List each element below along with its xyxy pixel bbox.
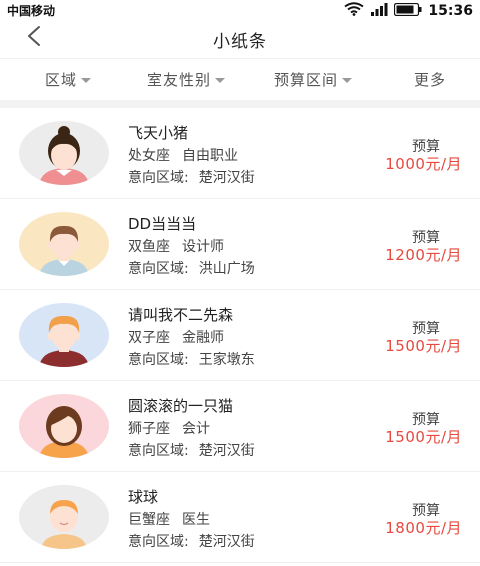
clock-time: 15:36: [428, 2, 473, 19]
preferred-area: 意向区域: 楚河汉街: [128, 531, 255, 551]
user-name: 球球: [128, 488, 159, 506]
user-name: 请叫我不二先森: [128, 306, 234, 324]
preferred-area: 意向区域: 楚河汉街: [128, 167, 255, 187]
user-meta: 狮子座 会计: [128, 418, 210, 438]
zodiac-sign: 处女座: [128, 148, 170, 164]
list-item[interactable]: 球球 巨蟹座 医生 意向区域: 楚河汉街 预算 1800元/月: [0, 472, 480, 563]
kid-avatar: [19, 485, 109, 549]
user-name: 圆滚滚的一只猫: [128, 397, 234, 415]
battery-icon: [394, 1, 422, 20]
area-label: 意向区域:: [128, 170, 189, 186]
budget-value: 1500元/月: [385, 337, 462, 355]
signal-icon: [370, 1, 388, 20]
filter-bar: 区域 室友性别 预算区间 更多: [0, 58, 480, 100]
filter-more-button[interactable]: 更多: [414, 69, 446, 90]
preferred-area: 意向区域: 楚河汉街: [128, 440, 255, 460]
caret-down-icon: [81, 77, 92, 83]
filter-budget-dropdown[interactable]: 预算区间: [274, 69, 353, 90]
budget-value: 1000元/月: [385, 155, 462, 173]
list-item[interactable]: DD当当当 双鱼座 设计师 意向区域: 洪山广场 预算 1200元/月: [0, 199, 480, 290]
caret-down-icon: [342, 77, 353, 83]
status-icons: 15:36: [344, 1, 473, 20]
user-meta: 处女座 自由职业: [128, 145, 238, 165]
user-name: 飞天小猪: [128, 124, 189, 142]
filter-roommate-gender-dropdown[interactable]: 室友性别: [147, 69, 226, 90]
girl-bob-avatar: [19, 394, 109, 458]
wifi-icon: [344, 1, 365, 20]
area-label: 意向区域:: [128, 534, 189, 550]
area-value: 楚河汉街: [198, 443, 255, 459]
user-meta: 双子座 金融师: [128, 327, 224, 347]
status-bar: 中国移动 15:36: [0, 0, 480, 20]
preferred-area: 意向区域: 王家墩东: [128, 349, 255, 369]
zodiac-sign: 狮子座: [128, 421, 170, 437]
list-item[interactable]: 圆滚滚的一只猫 狮子座 会计 意向区域: 楚河汉街 预算 1500元/月: [0, 381, 480, 472]
occupation: 金融师: [182, 330, 224, 346]
occupation: 自由职业: [182, 148, 238, 164]
filter-budget-label: 预算区间: [274, 71, 339, 89]
zodiac-sign: 巨蟹座: [128, 512, 170, 528]
area-label: 意向区域:: [128, 352, 189, 368]
budget-value: 1200元/月: [385, 246, 462, 264]
area-label: 意向区域:: [128, 261, 189, 277]
page-title: 小纸条: [213, 32, 267, 52]
user-meta: 双鱼座 设计师: [128, 236, 224, 256]
boy-brown-hair-avatar: [19, 212, 109, 276]
preferred-area: 意向区域: 洪山广场: [128, 258, 255, 278]
user-meta: 巨蟹座 医生: [128, 509, 210, 529]
area-value: 王家墩东: [198, 352, 255, 368]
section-divider: [0, 100, 480, 108]
occupation: 会计: [182, 421, 210, 437]
boy-orange-hair-avatar: [19, 303, 109, 367]
filter-area-label: 区域: [45, 71, 78, 89]
zodiac-sign: 双鱼座: [128, 239, 170, 255]
roommate-list: 飞天小猪 处女座 自由职业 意向区域: 楚河汉街 预算 1000元/月 DD当当…: [0, 108, 480, 563]
zodiac-sign: 双子座: [128, 330, 170, 346]
area-label: 意向区域:: [128, 443, 189, 459]
girl-bun-avatar: [19, 121, 109, 185]
area-value: 洪山广场: [198, 261, 255, 277]
area-value: 楚河汉街: [198, 534, 255, 550]
area-value: 楚河汉街: [198, 170, 255, 186]
navigation-bar: 小纸条: [0, 20, 480, 58]
user-name: DD当当当: [128, 215, 197, 233]
budget-value: 1500元/月: [385, 428, 462, 446]
filter-area-dropdown[interactable]: 区域: [45, 69, 92, 90]
filter-more-label: 更多: [414, 71, 447, 89]
list-item[interactable]: 飞天小猪 处女座 自由职业 意向区域: 楚河汉街 预算 1000元/月: [0, 108, 480, 199]
caret-down-icon: [215, 77, 226, 83]
occupation: 设计师: [182, 239, 224, 255]
carrier-name: 中国移动: [7, 4, 56, 18]
occupation: 医生: [182, 512, 210, 528]
budget-value: 1800元/月: [385, 519, 462, 537]
filter-gender-label: 室友性别: [147, 71, 212, 89]
list-item[interactable]: 请叫我不二先森 双子座 金融师 意向区域: 王家墩东 预算 1500元/月: [0, 290, 480, 381]
